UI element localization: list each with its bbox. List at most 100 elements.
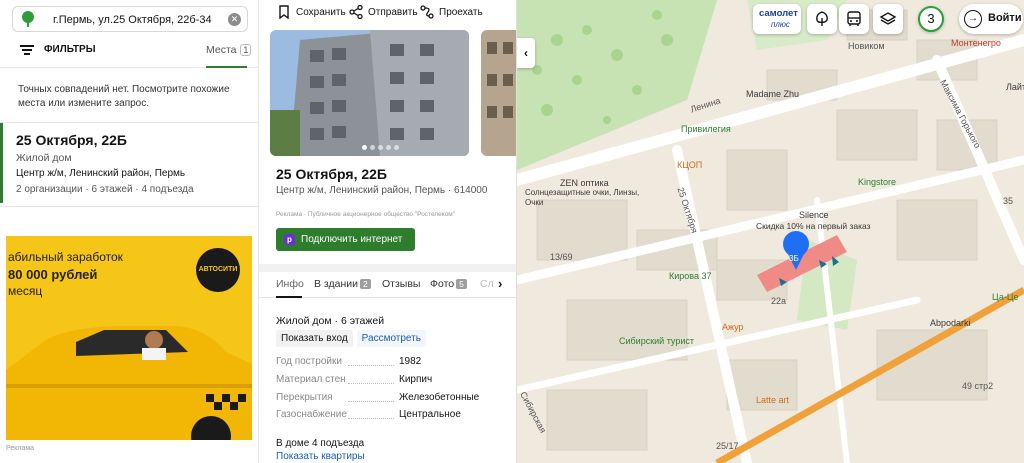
connect-label: Подключить интернет — [301, 234, 403, 245]
show-flats-link[interactable]: Показать квартиры — [276, 451, 365, 462]
map-label: Солнцезащитные очки, Линзы, Очки — [525, 188, 640, 207]
map-label: 49 стр2 — [962, 381, 994, 391]
search-input[interactable] — [53, 11, 225, 29]
route-label: Проехать — [439, 6, 483, 18]
spec-value: Железобетонные — [399, 392, 480, 403]
section-divider — [259, 264, 516, 272]
tree-icon — [816, 11, 828, 26]
photo-pager — [362, 145, 399, 150]
building-photo-next-image — [481, 30, 516, 156]
search-box[interactable]: ✕ — [12, 6, 248, 32]
ad-brand-badge: АВТОСИТИ — [196, 248, 240, 292]
filters-button[interactable]: ФИЛЬТРЫ — [20, 44, 95, 55]
spec-value: Центральное — [399, 409, 461, 420]
tab-photos-count: 5 — [456, 279, 467, 289]
spec-key: Газоснабжение — [276, 409, 347, 420]
bus-icon — [847, 11, 861, 26]
filter-icon — [20, 44, 34, 55]
tab-in-building-label: В здании — [314, 278, 358, 290]
layers-button[interactable] — [873, 4, 903, 34]
route-icon — [420, 5, 434, 19]
share-icon — [349, 5, 363, 19]
provider-icon: р — [284, 234, 295, 245]
collapse-panel-button[interactable]: ‹ — [517, 38, 535, 68]
samolet-sub-label: плюс — [771, 20, 790, 29]
map-label: 25/17 — [716, 441, 739, 451]
map-label: Сибирский турист — [619, 336, 694, 346]
tab-info[interactable]: Инфо — [276, 278, 304, 290]
spec-row: Перекрытия Железобетонные — [276, 392, 506, 403]
map-view[interactable]: Новиком Монтенегро Madame Zhu Привилегия… — [517, 0, 1024, 463]
tab-in-building-count: 2 — [360, 279, 371, 289]
map-label: Новиком — [848, 41, 885, 51]
tab-underline — [206, 66, 247, 68]
spec-row: Газоснабжение Центральное — [276, 409, 506, 420]
tab-places[interactable]: Места 1 — [206, 44, 252, 56]
spec-value: 1982 — [399, 356, 422, 367]
tree-layer-button[interactable] — [807, 4, 837, 34]
map-pin-logo-icon — [22, 11, 34, 27]
search-result-card[interactable]: 25 Октября, 22Б Жилой дом Центр ж/м, Лен… — [0, 123, 258, 203]
route-button[interactable]: Проехать — [420, 5, 483, 19]
connect-internet-button[interactable]: р Подключить интернет — [276, 228, 415, 251]
tab-more[interactable]: Сл — [480, 278, 494, 290]
map-label: 13/69 — [550, 252, 573, 262]
building-photo-image — [270, 30, 469, 156]
place-card: Сохранить Отправить Проехать 25 Октября,… — [259, 0, 517, 463]
layers-icon — [879, 12, 897, 25]
tab-more-label: Сл — [480, 278, 494, 290]
building-photo-next[interactable] — [481, 30, 516, 156]
map-label: Кирова 37 — [669, 271, 712, 281]
building-photo[interactable] — [270, 30, 469, 156]
place-title: 25 Октября, 22Б — [276, 166, 387, 182]
share-button[interactable]: Отправить — [349, 5, 418, 19]
places-label: Места — [206, 44, 237, 56]
map-canvas — [517, 0, 1024, 463]
tab-in-building[interactable]: В здании 2 — [314, 278, 371, 290]
view-3d-button[interactable]: Рассмотреть — [356, 330, 426, 347]
transport-layer-button[interactable] — [839, 4, 869, 34]
selected-indicator — [0, 123, 3, 203]
result-address: Центр ж/м, Ленинский район, Пермь — [16, 168, 186, 179]
place-tabs: Инфо В здании 2 Отзывы Фото 5 Сл › — [259, 272, 516, 298]
filters-label: ФИЛЬТРЫ — [44, 44, 96, 55]
tab-reviews-label: Отзывы — [382, 278, 421, 290]
map-label: Silence — [799, 210, 829, 220]
tab-reviews[interactable]: Отзывы — [382, 278, 420, 290]
clear-icon[interactable]: ✕ — [228, 13, 241, 26]
building-summary: Жилой дом · 6 этажей — [276, 315, 385, 327]
map-label: Лайт — [1006, 82, 1024, 92]
login-button[interactable]: → Войти — [959, 4, 1023, 34]
map-label: Ажур — [722, 322, 744, 332]
spec-key: Перекрытия — [276, 392, 333, 403]
login-icon: → — [964, 10, 982, 28]
map-label: 22а — [771, 296, 787, 306]
map-label: 35 — [1003, 196, 1014, 206]
ad-line-1: абильный заработок — [8, 250, 123, 264]
search-panel: ✕ ФИЛЬТРЫ Места 1 Точных совпадений нет.… — [0, 0, 259, 463]
login-label: Войти — [988, 12, 1022, 24]
samolet-label: самолет — [759, 8, 798, 19]
map-label: КЦОП — [677, 160, 703, 170]
save-label: Сохранить — [296, 6, 346, 18]
save-button[interactable]: Сохранить — [277, 5, 346, 19]
tab-photos[interactable]: Фото 5 — [430, 278, 467, 290]
chevron-right-icon[interactable]: › — [498, 276, 502, 291]
spec-row: Материал стен Кирпич — [276, 374, 506, 385]
samolet-plus-button[interactable]: самолет плюс — [753, 4, 801, 34]
ad-line-2: 80 000 рублей — [8, 267, 98, 282]
spec-key: Материал стен — [276, 374, 346, 385]
show-entrance-button[interactable]: Показать вход — [276, 330, 353, 347]
taxi-car-illustration — [6, 326, 252, 440]
bookmark-icon — [279, 5, 289, 19]
share-label: Отправить — [368, 6, 418, 18]
map-label: Скидка 10% на первый заказ — [756, 221, 871, 231]
ad-line-3: месяц — [8, 284, 43, 298]
traffic-score-button[interactable]: 3 — [918, 6, 944, 32]
spec-value: Кирпич — [399, 374, 433, 385]
no-match-message: Точных совпадений нет. Посмотрите похожи… — [18, 84, 230, 109]
ad-banner[interactable]: абильный заработок 80 000 рублей месяц А… — [6, 236, 252, 440]
result-title: 25 Октября, 22Б — [16, 132, 127, 148]
map-label: Ца-Це — [992, 292, 1019, 302]
spec-key: Год постройки — [276, 356, 342, 367]
